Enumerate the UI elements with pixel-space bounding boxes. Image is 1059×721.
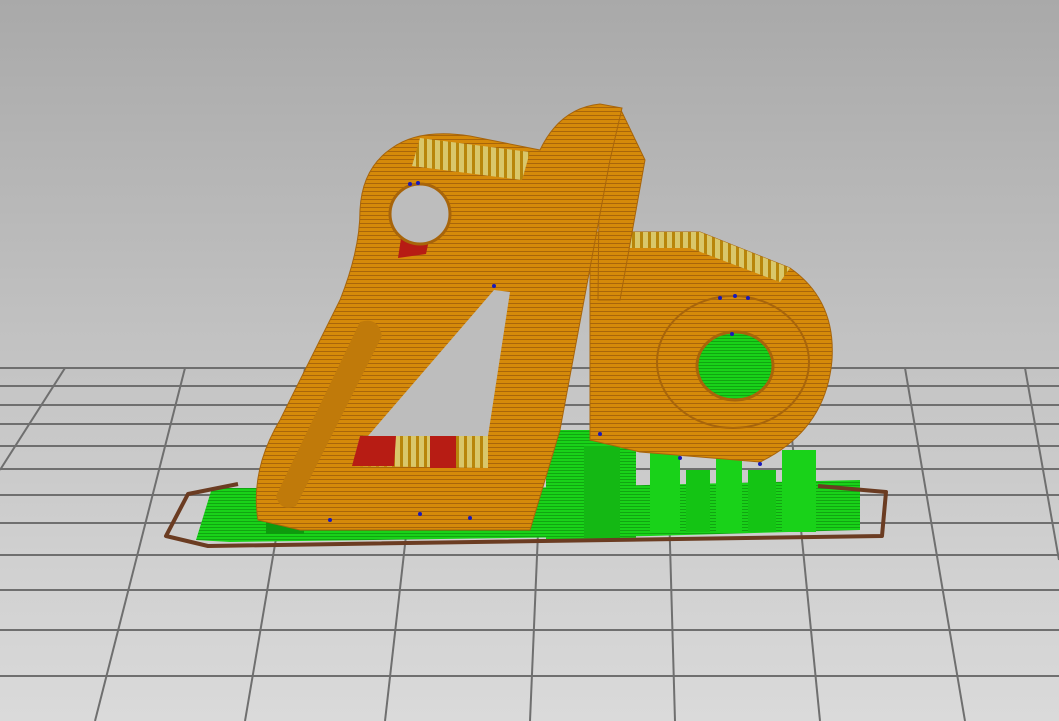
printed-object[interactable]: [255, 103, 833, 531]
right-hole: [695, 330, 775, 402]
3d-preview-viewport[interactable]: [0, 0, 1059, 721]
scene-canvas[interactable]: [0, 0, 1059, 721]
top-hole: [388, 182, 452, 246]
